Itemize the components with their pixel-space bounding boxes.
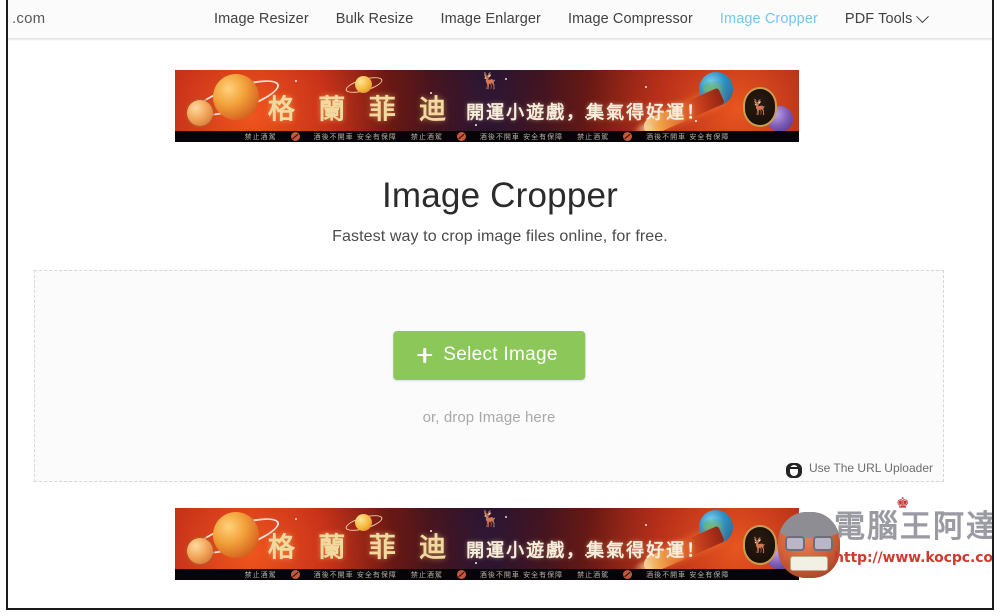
image-dropzone[interactable]: Select Image or, drop Image here Use The…	[34, 270, 944, 482]
url-uploader-link[interactable]: Use The URL Uploader	[785, 461, 933, 478]
ad-slogan: 開運小遊戲，集氣得好運！	[466, 540, 707, 562]
nav-item-image-enlarger[interactable]: Image Enlarger	[440, 11, 541, 27]
star-icon	[295, 80, 297, 82]
ad-legal-text: 酒後不開車 安全有保障	[313, 132, 397, 141]
nav-item-bulk-resize[interactable]: Bulk Resize	[336, 11, 414, 27]
page-content: 🦌 格 蘭 菲 迪 開運小遊戲，集氣得好運！ 禁止酒駕 酒後不開車 安全有保障 …	[8, 38, 992, 608]
ad-brand-name: 格 蘭 菲 迪	[267, 532, 454, 564]
url-uploader-label: Use The URL Uploader	[808, 461, 933, 475]
primary-navigation: Image Resizer Bulk Resize Image Enlarger…	[214, 0, 930, 38]
star-icon	[505, 516, 507, 518]
ad-legal-strip: 禁止酒駕 酒後不開車 安全有保障 禁止酒駕 酒後不開車 安全有保障 禁止酒駕 酒…	[175, 569, 799, 580]
ad-legal-text: 酒後不開車 安全有保障	[479, 570, 564, 579]
saturn-planet-icon	[213, 512, 259, 558]
top-ad-banner[interactable]: 🦌 格 蘭 菲 迪 開運小遊戲，集氣得好運！ 禁止酒駕 酒後不開車 安全有保障 …	[175, 70, 799, 142]
saturn-planet-icon	[213, 74, 259, 120]
ad-headline: 格 蘭 菲 迪 開運小遊戲，集氣得好運！	[268, 87, 706, 126]
ad-brand-name: 格 蘭 菲 迪	[267, 94, 454, 126]
orange-planet-icon	[187, 100, 213, 126]
page-title: Image Cropper	[381, 176, 619, 215]
ad-legal-text: 酒後不開車 安全有保障	[313, 570, 397, 579]
chevron-down-icon	[916, 9, 930, 23]
select-image-button[interactable]: Select Image	[393, 331, 585, 380]
link-icon	[785, 462, 802, 478]
ad-legal-strip: 禁止酒駕 酒後不開車 安全有保障 禁止酒駕 酒後不開車 安全有保障 禁止酒駕 酒…	[175, 131, 799, 142]
nav-item-pdf-tools[interactable]: PDF Tools	[844, 9, 930, 27]
no-drink-driving-icon	[456, 570, 466, 579]
ad-legal-text: 禁止酒駕	[410, 570, 443, 579]
site-logo-text[interactable]: .com	[12, 10, 45, 27]
plus-icon	[417, 347, 433, 363]
select-image-button-label: Select Image	[443, 344, 558, 365]
nav-item-image-cropper[interactable]: Image Cropper	[720, 11, 818, 27]
site-header: .com Image Resizer Bulk Resize Image Enl…	[8, 0, 992, 41]
brand-medallion-icon	[743, 87, 777, 127]
ad-legal-text: 禁止酒駕	[410, 132, 443, 141]
ad-slogan: 開運小遊戲，集氣得好運！	[466, 102, 707, 124]
orange-planet-icon	[187, 538, 213, 564]
drop-hint-text: or, drop Image here	[422, 409, 556, 426]
brand-medallion-icon	[743, 525, 777, 565]
watermark-site-url: http://www.kocpc.com.tw	[834, 550, 993, 566]
bottom-ad-banner[interactable]: 🦌 格 蘭 菲 迪 開運小遊戲，集氣得好運！ 禁止酒駕 酒後不開車 安全有保障 …	[175, 508, 799, 580]
star-icon	[295, 518, 297, 520]
ad-legal-text: 禁止酒駕	[577, 132, 610, 141]
ad-legal-text: 禁止酒駕	[577, 570, 610, 579]
no-drink-driving-icon	[623, 570, 633, 579]
no-drink-driving-icon	[623, 132, 633, 141]
star-icon	[505, 78, 507, 80]
ad-legal-text: 酒後不開車 安全有保障	[646, 570, 730, 579]
no-drink-driving-icon	[456, 132, 466, 141]
ad-legal-text: 禁止酒駕	[244, 570, 277, 579]
watermark-site-name: 電腦王阿達	[834, 509, 994, 545]
ad-legal-text: 禁止酒駕	[244, 132, 277, 141]
nav-item-image-resizer[interactable]: Image Resizer	[214, 11, 309, 27]
ad-legal-text: 酒後不開車 安全有保障	[479, 132, 564, 141]
crown-icon: ♚	[896, 495, 910, 512]
nav-item-pdf-tools-label: PDF Tools	[844, 11, 913, 27]
no-drink-driving-icon	[290, 132, 300, 141]
page-subtitle: Fastest way to crop image files online, …	[332, 228, 668, 245]
nav-item-image-compressor[interactable]: Image Compressor	[568, 11, 693, 27]
ad-legal-text: 酒後不開車 安全有保障	[646, 132, 730, 141]
ad-headline: 格 蘭 菲 迪 開運小遊戲，集氣得好運！	[268, 525, 706, 564]
browser-window: .com Image Resizer Bulk Resize Image Enl…	[6, 0, 994, 610]
no-drink-driving-icon	[290, 570, 300, 579]
